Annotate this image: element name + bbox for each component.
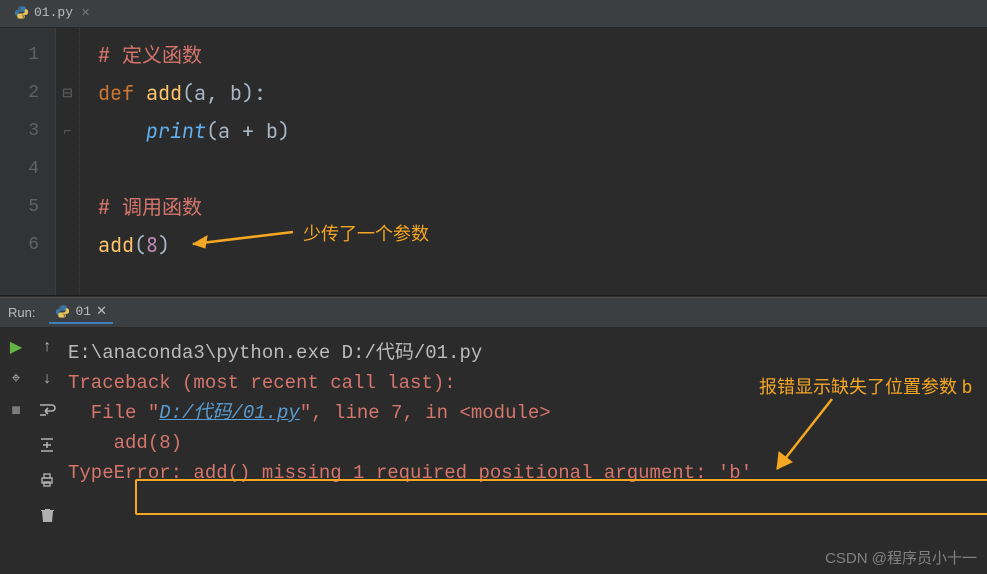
console-traceback: Traceback (most recent call last): — [68, 372, 456, 394]
fold-toggle-icon[interactable]: ⊟ — [56, 74, 79, 112]
run-play-icon[interactable]: ▶ — [7, 338, 25, 356]
code-function-name: add — [146, 80, 182, 106]
editor-tab-01py[interactable]: 01.py ✕ — [6, 2, 98, 25]
run-tab-label: 01 — [75, 304, 91, 319]
code-paren: ( — [134, 232, 146, 258]
code-comment: # 定义函数 — [98, 42, 202, 68]
code-function-call: add — [98, 232, 134, 258]
scroll-down-icon[interactable]: ↓ — [42, 370, 52, 388]
line-number-gutter: 1 2 3 4 5 6 — [0, 28, 56, 295]
scroll-to-end-icon[interactable] — [39, 437, 55, 458]
code-comment: # 调用函数 — [98, 194, 202, 220]
line-number[interactable]: 1 — [0, 36, 55, 74]
close-icon[interactable]: ✕ — [96, 304, 107, 319]
editor-tab-label: 01.py — [34, 5, 73, 20]
annotation-arrow-icon — [173, 224, 303, 254]
console-output[interactable]: E:\anaconda3\python.exe D:/代码/01.py Trac… — [62, 328, 987, 574]
run-tab[interactable]: 01 ✕ — [49, 301, 113, 324]
line-number[interactable]: 4 — [0, 150, 55, 188]
run-panel-header: Run: 01 ✕ — [0, 298, 987, 328]
code-number: 8 — [146, 232, 158, 258]
line-number[interactable]: 6 — [0, 226, 55, 264]
console-error: TypeError: add() missing 1 required posi… — [68, 462, 752, 484]
editor-area: 01.py ✕ 1 2 3 4 5 6 ⊟ ⌐ # 定义函数 def add(a… — [0, 0, 987, 295]
code-body: 1 2 3 4 5 6 ⊟ ⌐ # 定义函数 def add(a, b): pr… — [0, 28, 987, 295]
soft-wrap-icon[interactable] — [38, 402, 56, 423]
code-paren: ) — [158, 232, 170, 258]
console-file-link[interactable]: D:/代码/01.py — [159, 402, 300, 424]
console-file-suffix: ", line 7, in <module> — [300, 402, 551, 424]
print-icon[interactable] — [39, 472, 55, 493]
watermark: CSDN @程序员小十一 — [825, 547, 977, 568]
code-keyword: def — [98, 80, 146, 106]
scroll-up-icon[interactable]: ↑ — [42, 338, 52, 356]
code-params: (a, b): — [182, 80, 266, 106]
python-file-icon — [14, 5, 29, 20]
code-args: (a + b) — [206, 118, 290, 144]
run-toolbar-primary: ▶ ⌖ ■ — [0, 328, 32, 574]
run-panel: Run: 01 ✕ ▶ ⌖ ■ ↑ ↓ — [0, 298, 987, 574]
annotation-arrow-icon — [757, 394, 847, 484]
fold-end-icon: ⌐ — [56, 112, 79, 150]
run-body: ▶ ⌖ ■ ↑ ↓ E:\anaconda3\python.exe D:/代码/… — [0, 328, 987, 574]
trash-icon[interactable] — [40, 507, 55, 528]
close-icon[interactable]: ✕ — [81, 6, 90, 20]
line-number[interactable]: 3 — [0, 112, 55, 150]
run-attach-icon[interactable]: ⌖ — [7, 370, 25, 388]
fold-gutter: ⊟ ⌐ — [56, 28, 80, 295]
code-text-area[interactable]: # 定义函数 def add(a, b): print(a + b) # 调用函… — [80, 28, 987, 295]
run-label: Run: — [8, 305, 35, 320]
python-file-icon — [55, 304, 70, 319]
console-file-prefix: File " — [68, 402, 159, 424]
code-builtin: print — [146, 118, 206, 144]
console-command: E:\anaconda3\python.exe D:/代码/01.py — [68, 338, 977, 368]
editor-tab-bar: 01.py ✕ — [0, 0, 987, 28]
console-call: add(8) — [68, 432, 182, 454]
run-stop-icon[interactable]: ■ — [7, 402, 25, 420]
run-toolbar-secondary: ↑ ↓ — [32, 328, 62, 574]
line-number[interactable]: 5 — [0, 188, 55, 226]
line-number[interactable]: 2 — [0, 74, 55, 112]
